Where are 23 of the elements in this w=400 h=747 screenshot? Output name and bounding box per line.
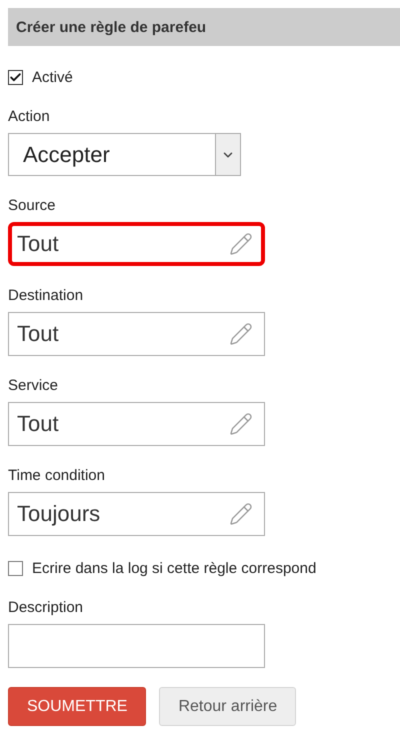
field-label: Destination	[8, 287, 84, 305]
checkbox-label: Ecrire dans la log si cette règle correspond	[32, 560, 316, 576]
checkbox[interactable]	[8, 70, 23, 84]
field-label: Time condition	[8, 467, 106, 485]
field-label: Description	[8, 599, 84, 617]
pencil-icon[interactable]	[229, 412, 253, 436]
field-label: Source	[8, 197, 57, 215]
pencil-icon[interactable]	[229, 232, 253, 256]
form-header: Créer une règle de parefeu	[8, 8, 400, 46]
picker-field[interactable]: Tout	[8, 222, 265, 266]
submit-button[interactable]: SOUMETTRE	[8, 687, 146, 726]
description-field[interactable]	[8, 624, 265, 668]
field-label: Action	[8, 108, 51, 126]
picker-field[interactable]: Tout	[8, 312, 265, 356]
back-button[interactable]: Retour arrière	[159, 687, 296, 726]
pencil-icon[interactable]	[229, 502, 253, 526]
picker-field[interactable]: Tout	[8, 402, 265, 446]
picker-field[interactable]: Toujours	[8, 492, 265, 536]
checkbox-label: Activé	[32, 68, 73, 86]
field-label: Service	[8, 377, 60, 395]
action-dropdown[interactable]: Accepter	[8, 133, 241, 176]
checkbox[interactable]	[8, 560, 23, 576]
pencil-icon[interactable]	[229, 322, 253, 346]
